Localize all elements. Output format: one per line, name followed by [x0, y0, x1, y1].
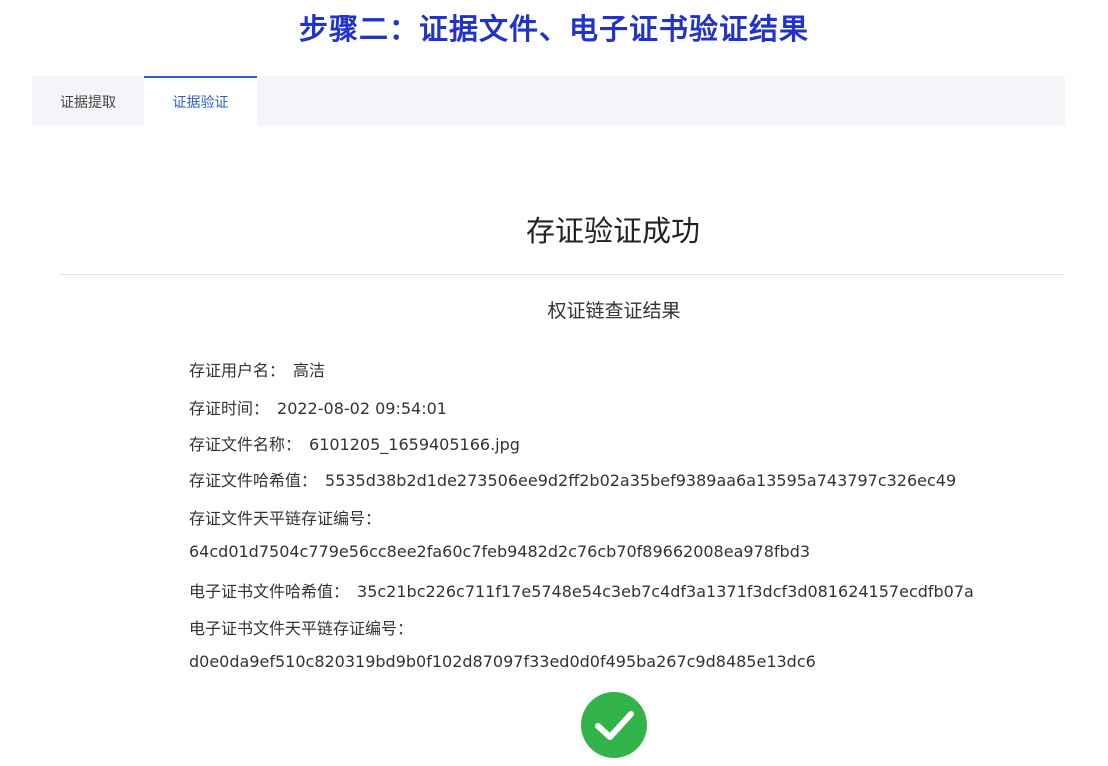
filename-label: 存证文件名称： — [189, 435, 302, 454]
tab-evidence-verify[interactable]: 证据验证 — [144, 76, 257, 126]
result-title: 存证验证成功 — [525, 214, 700, 248]
detail-row-chain-no-value: 64cd01d7504c779e56cc8ee2fa60c7feb9482d2c… — [189, 542, 810, 561]
page-heading: 步骤二：证据文件、电子证书验证结果 — [298, 12, 809, 46]
hash-value: 5535d38b2d1de273506ee9d2ff2b02a35bef9389… — [325, 471, 957, 490]
username-label: 存证用户名： — [189, 361, 286, 380]
cert-hash-value: 35c21bc226c711f17e5748e54c3eb7c4df3a1371… — [357, 582, 974, 601]
time-label: 存证时间： — [189, 399, 270, 418]
username-value: 高洁 — [293, 361, 326, 380]
detail-row-filename: 存证文件名称： 6101205_1659405166.jpg — [189, 431, 520, 455]
result-subtitle: 权证链查证结果 — [547, 300, 681, 322]
detail-row-hash: 存证文件哈希值： 5535d38b2d1de273506ee9d2ff2b02a3… — [189, 467, 956, 491]
detail-row-cert-hash: 电子证书文件哈希值： 35c21bc226c711f17e5748e54c3eb7… — [189, 578, 974, 602]
chain-no-label: 存证文件天平链存证编号： — [189, 509, 382, 528]
chain-no-value: 64cd01d7504c779e56cc8ee2fa60c7feb9482d2c… — [189, 542, 811, 561]
divider — [59, 274, 1063, 275]
detail-row-chain-no-label: 存证文件天平链存证编号： — [189, 505, 381, 529]
tab-evidence-extract[interactable]: 证据提取 — [32, 76, 144, 126]
detail-row-cert-chain-no-label: 电子证书文件天平链存证编号： — [189, 615, 413, 639]
detail-row-time: 存证时间： 2022-08-02 09:54:01 — [189, 395, 447, 419]
cert-chain-no-value: d0e0da9ef510c820319bd9b0f102d87097f33ed0… — [189, 652, 816, 671]
success-check-icon — [581, 692, 647, 758]
detail-row-cert-chain-no-value: d0e0da9ef510c820319bd9b0f102d87097f33ed0… — [189, 652, 816, 671]
hash-label: 存证文件哈希值： — [189, 471, 318, 490]
cert-hash-label: 电子证书文件哈希值： — [189, 582, 350, 601]
filename-value: 6101205_1659405166.jpg — [309, 435, 520, 454]
cert-chain-no-label: 电子证书文件天平链存证编号： — [189, 619, 414, 638]
tab-bar: 证据提取 证据验证 — [32, 76, 1065, 126]
time-value: 2022-08-02 09:54:01 — [277, 399, 447, 418]
detail-row-username: 存证用户名： 高洁 — [189, 357, 325, 381]
